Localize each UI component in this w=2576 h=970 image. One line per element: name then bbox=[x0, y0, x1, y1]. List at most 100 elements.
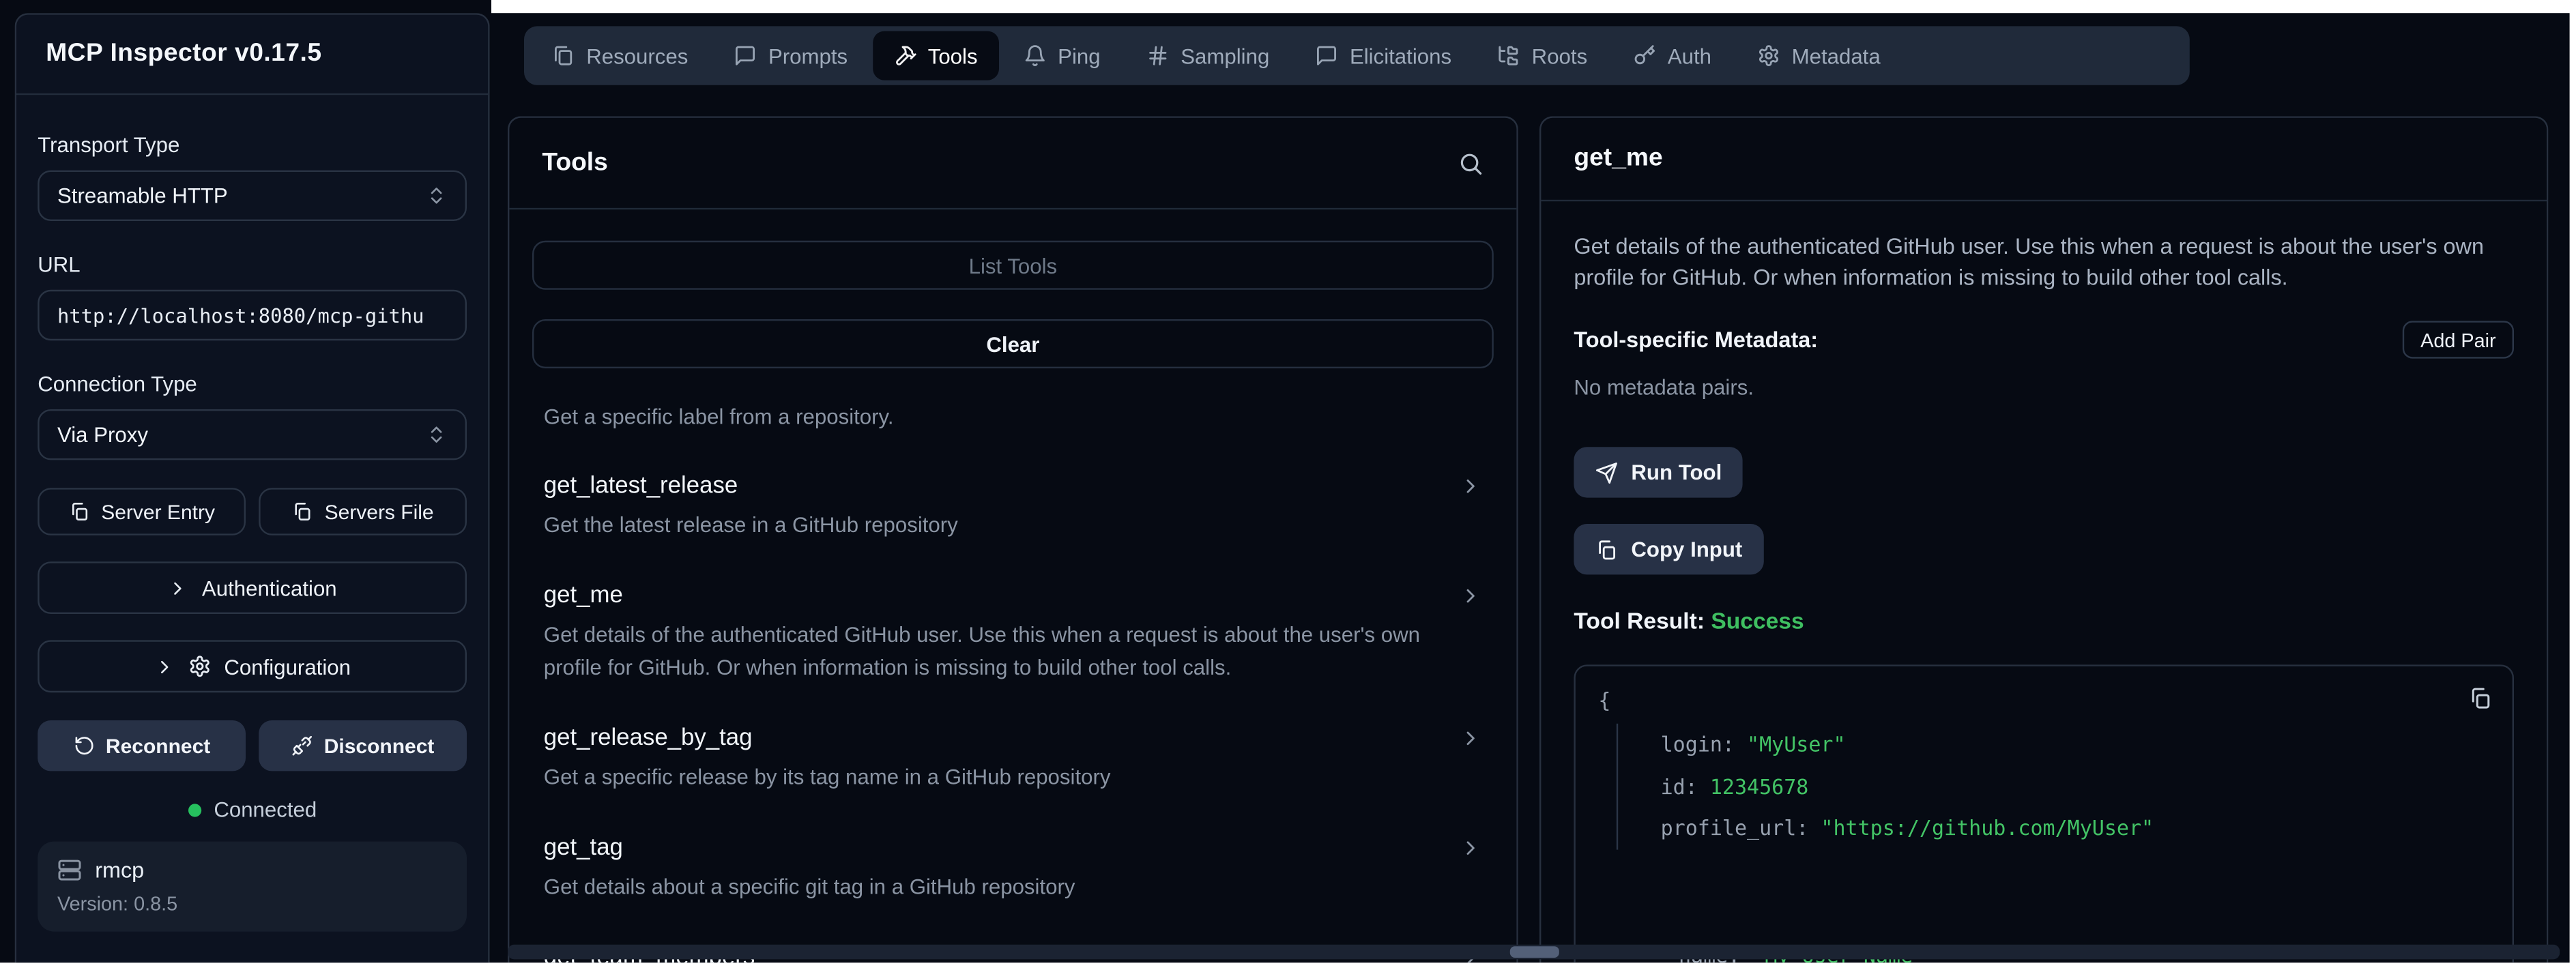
bell-icon bbox=[1024, 44, 1047, 68]
tool-detail-panel: get_me Get details of the authenticated … bbox=[1539, 116, 2548, 962]
copy-input-button[interactable]: Copy Input bbox=[1574, 524, 1763, 574]
configuration-toggle[interactable]: Configuration bbox=[38, 640, 467, 692]
key-icon bbox=[1633, 44, 1656, 68]
tab-elicitations[interactable]: Elicitations bbox=[1294, 31, 1473, 80]
url-input[interactable]: http://localhost:8080/mcp-githu bbox=[38, 290, 467, 340]
hammer-icon bbox=[893, 44, 916, 68]
sidebar: MCP Inspector v0.17.5 Transport Type Str… bbox=[15, 13, 490, 962]
transport-type-value: Streamable HTTP bbox=[57, 183, 228, 208]
authentication-toggle[interactable]: Authentication bbox=[38, 561, 467, 614]
tool-description: Get a specific release by its tag name i… bbox=[544, 761, 1482, 794]
transport-type-select[interactable]: Streamable HTTP bbox=[38, 171, 467, 221]
copy-icon bbox=[292, 501, 313, 522]
json-key: id: bbox=[1661, 774, 1710, 798]
tab-sampling[interactable]: Sampling bbox=[1125, 31, 1291, 80]
chevron-right-icon bbox=[1459, 727, 1482, 750]
run-tool-label: Run Tool bbox=[1631, 460, 1722, 484]
json-entries: login: "MyUser" id: 12345678 profile_url… bbox=[1617, 724, 2489, 849]
tool-description: Get details about a specific git tag in … bbox=[544, 871, 1482, 904]
clear-button[interactable]: Clear bbox=[532, 319, 1494, 368]
tool-item-get-me[interactable]: get_me Get details of the authenticated … bbox=[544, 580, 1482, 685]
json-key: profile_url: bbox=[1661, 815, 1821, 840]
server-icon bbox=[57, 858, 82, 883]
chevron-right-icon bbox=[168, 577, 189, 598]
tool-result-json: { login: "MyUser" id: 12345678 bbox=[1574, 664, 2514, 962]
unplug-icon bbox=[291, 735, 313, 756]
server-entry-label: Server Entry bbox=[101, 500, 215, 523]
message-icon bbox=[1316, 44, 1339, 68]
tools-panel: Tools List Tools Clear Get a specific la… bbox=[508, 116, 1518, 962]
servers-file-label: Servers File bbox=[325, 500, 434, 523]
tab-resources[interactable]: Resources bbox=[531, 31, 710, 80]
tab-label: Resources bbox=[586, 44, 688, 68]
configuration-label: Configuration bbox=[224, 654, 351, 679]
tab-label: Auth bbox=[1668, 44, 1711, 68]
json-value: "MyUser" bbox=[1747, 732, 1846, 756]
scrollbar-thumb[interactable] bbox=[1510, 946, 1559, 958]
tool-name: get_me bbox=[544, 580, 623, 613]
send-icon bbox=[1595, 461, 1619, 484]
tab-metadata[interactable]: Metadata bbox=[1736, 31, 1902, 80]
message-icon bbox=[734, 44, 757, 68]
transport-type-label: Transport Type bbox=[38, 132, 467, 157]
chevron-right-icon bbox=[154, 656, 175, 677]
tool-result-line: Tool Result: Success bbox=[1574, 607, 2514, 633]
server-entry-button[interactable]: Server Entry bbox=[38, 488, 246, 535]
connection-type-select[interactable]: Via Proxy bbox=[38, 409, 467, 460]
json-row-profile-url: profile_url: "https://github.com/MyUser" bbox=[1661, 807, 2489, 849]
reconnect-button[interactable]: Reconnect bbox=[38, 720, 246, 771]
tab-ping[interactable]: Ping bbox=[1002, 31, 1122, 80]
disconnect-button[interactable]: Disconnect bbox=[259, 720, 467, 771]
connection-status: Connected bbox=[38, 797, 467, 822]
tool-detail-header: get_me bbox=[1541, 118, 2547, 201]
json-value: "https://github.com/MyUser" bbox=[1821, 815, 2154, 840]
gear-icon bbox=[1757, 44, 1780, 68]
search-icon[interactable] bbox=[1458, 150, 1484, 176]
tool-item-get-latest-release[interactable]: get_latest_release Get the latest releas… bbox=[544, 470, 1482, 542]
tab-auth[interactable]: Auth bbox=[1612, 31, 1733, 80]
tab-tools[interactable]: Tools bbox=[872, 31, 999, 80]
tool-name: get_release_by_tag bbox=[544, 722, 753, 754]
tab-label: Roots bbox=[1532, 44, 1588, 68]
mcp-inspector-app: MCP Inspector v0.17.5 Transport Type Str… bbox=[0, 0, 2576, 970]
server-version: Version: 0.8.5 bbox=[57, 892, 447, 915]
tools-panel-header: Tools bbox=[509, 118, 1516, 209]
disconnect-label: Disconnect bbox=[324, 734, 435, 757]
gear-icon bbox=[188, 655, 212, 678]
tab-prompts[interactable]: Prompts bbox=[712, 31, 869, 80]
copy-result-icon[interactable] bbox=[2468, 686, 2493, 711]
chevron-right-icon bbox=[1459, 585, 1482, 608]
chevrons-up-down-icon bbox=[426, 424, 447, 445]
json-open-brace: { bbox=[1598, 686, 2489, 716]
tool-name: get_latest_release bbox=[544, 470, 738, 503]
json-value: 12345678 bbox=[1710, 774, 1809, 798]
tab-label: Tools bbox=[928, 44, 978, 68]
tool-detail-description: Get details of the authenticated GitHub … bbox=[1574, 231, 2514, 293]
json-key: login: bbox=[1661, 732, 1747, 756]
tool-description: Get details of the authenticated GitHub … bbox=[544, 619, 1482, 684]
nav-tabstrip: Resources Prompts Tools Ping Sampling El… bbox=[524, 26, 2190, 85]
tool-result-label: Tool Result: bbox=[1574, 607, 1705, 633]
hash-icon bbox=[1146, 44, 1170, 68]
list-tools-button[interactable]: List Tools bbox=[532, 241, 1494, 290]
url-label: URL bbox=[38, 252, 467, 277]
run-tool-button[interactable]: Run Tool bbox=[1574, 447, 1743, 497]
tool-description: Get the latest release in a GitHub repos… bbox=[544, 509, 1482, 542]
tab-roots[interactable]: Roots bbox=[1476, 31, 1608, 80]
tool-item-get-release-by-tag[interactable]: get_release_by_tag Get a specific releas… bbox=[544, 722, 1482, 794]
folder-tree-icon bbox=[1497, 44, 1520, 68]
servers-file-button[interactable]: Servers File bbox=[259, 488, 467, 535]
sidebar-header: MCP Inspector v0.17.5 bbox=[16, 15, 488, 95]
tools-panel-body: List Tools Clear Get a specific label fr… bbox=[509, 209, 1516, 962]
no-metadata-text: No metadata pairs. bbox=[1574, 375, 2514, 400]
tools-panel-title: Tools bbox=[542, 148, 607, 177]
copy-input-label: Copy Input bbox=[1631, 537, 1742, 561]
copy-icon bbox=[1595, 538, 1619, 561]
horizontal-scrollbar[interactable] bbox=[508, 945, 2560, 960]
tab-label: Prompts bbox=[768, 44, 848, 68]
tool-item-get-tag[interactable]: get_tag Get details about a specific git… bbox=[544, 832, 1482, 904]
sidebar-body: Transport Type Streamable HTTP URL http:… bbox=[16, 95, 488, 931]
add-pair-button[interactable]: Add Pair bbox=[2403, 321, 2514, 358]
connection-type-value: Via Proxy bbox=[57, 422, 148, 447]
tab-label: Elicitations bbox=[1350, 44, 1451, 68]
